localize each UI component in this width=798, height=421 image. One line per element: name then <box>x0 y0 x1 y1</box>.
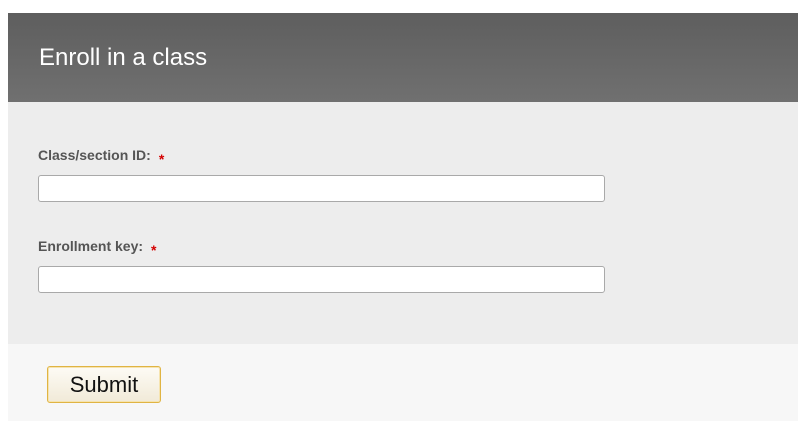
enrollment-key-label-text: Enrollment key: <box>38 238 144 254</box>
enroll-form-panel: Enroll in a class Class/section ID: * Enr… <box>8 13 798 421</box>
enrollment-key-label: Enrollment key: * <box>38 238 156 258</box>
submit-button[interactable]: Submit <box>47 366 161 403</box>
required-mark: * <box>151 242 157 258</box>
panel-header: Enroll in a class <box>8 13 798 102</box>
page-title: Enroll in a class <box>39 44 208 71</box>
class-section-id-input[interactable] <box>38 175 605 202</box>
form-footer: Submit <box>8 344 798 421</box>
class-section-id-label: Class/section ID: * <box>38 147 164 167</box>
class-section-id-label-text: Class/section ID: <box>38 147 151 163</box>
form-body: Class/section ID: * Enrollment key: * <box>8 102 798 344</box>
enrollment-key-input[interactable] <box>38 266 605 293</box>
required-mark: * <box>158 151 165 167</box>
